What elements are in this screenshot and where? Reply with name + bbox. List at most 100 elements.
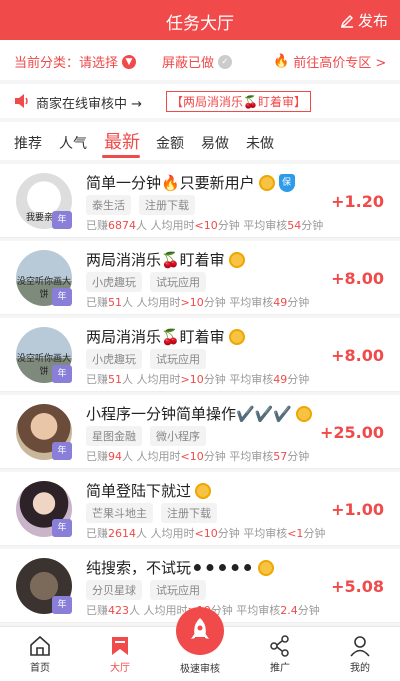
task-title: 简单登陆下就过 — [86, 480, 212, 501]
premium-link[interactable]: 🔥 前往高价专区 > — [273, 52, 386, 71]
nav-promote[interactable]: 推广 — [250, 633, 310, 674]
nav-promote-label: 推广 — [270, 663, 290, 674]
avg-time: <10 — [180, 450, 204, 463]
task-card[interactable]: 没空听你画大饼 年 两局消消乐🍒盯着审 小虎趣玩 试玩应用 已赚51人 人均用时… — [0, 318, 400, 392]
coin-icon — [228, 328, 245, 345]
tab-recommend[interactable]: 推荐 — [14, 133, 42, 153]
earned-count: 51 — [108, 373, 122, 386]
earned-prefix: 已赚 — [86, 527, 108, 540]
user-icon — [330, 633, 390, 659]
category-selector[interactable]: 当前分类：请选择 ▼ — [14, 52, 137, 71]
notice-tag: 【两局消消乐🍒盯着审】 — [166, 91, 311, 112]
nav-hall[interactable]: 大厅 — [90, 633, 150, 674]
category-label: 当前分类：请选择 — [14, 56, 119, 71]
task-title-text: 小程序一分钟简单操作✔️✔️✔️ — [86, 405, 293, 423]
task-reward: +1.20 — [331, 192, 384, 211]
avg-time-prefix: 人均用时 — [150, 527, 195, 540]
tag-chip: 注册下载 — [161, 503, 217, 523]
tag-chip: 芒果斗地主 — [86, 503, 153, 523]
tag-chip: 星图金融 — [86, 426, 142, 446]
speaker-icon — [14, 94, 30, 112]
tag-chip: 小虎趣玩 — [86, 349, 142, 369]
avg-review-prefix: 平均审核 — [243, 527, 288, 540]
avg-review-prefix: 平均审核 — [229, 296, 274, 309]
year-badge: 年 — [52, 442, 72, 460]
task-card[interactable]: 年 简单登陆下就过 芒果斗地主 注册下载 已赚2614人 人均用时<10分钟 平… — [0, 472, 400, 546]
task-list: 我要亲亲 年 简单一分钟🔥只要新用户 保 泰生活 注册下载 已赚6874人 人均… — [0, 164, 400, 626]
earned-prefix: 已赚 — [86, 219, 108, 232]
task-tags: 小虎趣玩 试玩应用 — [86, 349, 206, 369]
task-tags: 芒果斗地主 注册下载 — [86, 503, 217, 523]
task-title: 两局消消乐🍒盯着审 — [86, 326, 245, 347]
task-tags: 分贝星球 试玩应用 — [86, 580, 206, 600]
task-stats: 已赚6874人 人均用时<10分钟 平均审核54分钟 — [86, 217, 323, 233]
year-badge: 年 — [52, 365, 72, 383]
earned-count: 51 — [108, 296, 122, 309]
nav-mine-label: 我的 — [350, 663, 370, 674]
task-card[interactable]: 年 小程序一分钟简单操作✔️✔️✔️ 星图金融 微小程序 已赚94人 人均用时<… — [0, 395, 400, 469]
blocked-toggle[interactable]: 屏蔽已做 ✓ — [162, 52, 233, 71]
header-bar: 任务大厅 发布 — [0, 0, 400, 40]
tab-popular[interactable]: 人气 — [59, 133, 87, 153]
earned-suffix: 人 — [122, 373, 133, 386]
avg-time: <10 — [194, 527, 218, 540]
nav-mine[interactable]: 我的 — [330, 633, 390, 674]
tag-chip: 试玩应用 — [150, 349, 206, 369]
task-title-text: 纯搜索，不试玩⚫⚫⚫⚫⚫ — [86, 559, 254, 577]
tag-chip: 试玩应用 — [150, 580, 206, 600]
tag-chip: 微小程序 — [150, 426, 206, 446]
avg-time: >10 — [180, 373, 204, 386]
year-badge: 年 — [52, 519, 72, 537]
tab-undone[interactable]: 未做 — [246, 133, 274, 153]
earned-count: 6874 — [108, 219, 136, 232]
tab-amount[interactable]: 金额 — [156, 133, 184, 153]
avg-review-prefix: 平均审核 — [229, 373, 274, 386]
avg-review: 49 — [273, 296, 288, 309]
task-reward: +25.00 — [319, 423, 384, 442]
guarantee-icon: 保 — [278, 173, 295, 192]
avg-time-suffix: 分钟 — [217, 219, 240, 232]
check-icon: ✓ — [218, 54, 233, 69]
earned-prefix: 已赚 — [86, 296, 108, 309]
fire-icon: 🔥 — [273, 54, 290, 69]
active-tab-indicator — [102, 155, 140, 158]
tag-chip: 分贝星球 — [86, 580, 142, 600]
task-tags: 小虎趣玩 试玩应用 — [86, 272, 206, 292]
nav-home[interactable]: 首页 — [10, 633, 70, 674]
tag-chip: 泰生活 — [86, 195, 131, 215]
task-title-text: 简单登陆下就过 — [86, 482, 192, 500]
avg-review-suffix: 分钟 — [287, 450, 310, 463]
avg-time-suffix: 分钟 — [217, 527, 240, 540]
avg-time-suffix: 分钟 — [203, 296, 226, 309]
fast-review-button[interactable] — [176, 607, 224, 655]
task-reward: +8.00 — [331, 269, 384, 288]
earned-suffix: 人 — [122, 450, 133, 463]
avg-time-suffix: 分钟 — [203, 450, 226, 463]
avg-time-prefix: 人均用时 — [136, 450, 181, 463]
blocked-label: 屏蔽已做 — [162, 56, 215, 71]
avg-review: 49 — [273, 373, 288, 386]
earned-count: 2614 — [108, 527, 136, 540]
task-reward: +8.00 — [331, 346, 384, 365]
avg-review-suffix: 分钟 — [301, 219, 324, 232]
tab-easy[interactable]: 易做 — [201, 133, 229, 153]
share-icon — [250, 633, 310, 659]
task-tags: 星图金融 微小程序 — [86, 426, 206, 446]
fast-review-label: 极速审核 — [180, 664, 220, 675]
avg-review: 57 — [273, 450, 288, 463]
task-stats: 已赚51人 人均用时>10分钟 平均审核49分钟 — [86, 294, 309, 310]
earned-suffix: 人 — [136, 219, 147, 232]
avg-review: 2.4 — [280, 604, 298, 617]
coin-icon — [228, 251, 245, 268]
filter-bar: 当前分类：请选择 ▼ 屏蔽已做 ✓ 🔥 前往高价专区 > — [0, 40, 400, 80]
coin-icon — [296, 405, 313, 422]
notice-bar[interactable]: 商家在线审核中 → 【两局消消乐🍒盯着审】 — [0, 84, 400, 118]
task-card[interactable]: 我要亲亲 年 简单一分钟🔥只要新用户 保 泰生活 注册下载 已赚6874人 人均… — [0, 164, 400, 238]
avg-time-suffix: 分钟 — [203, 373, 226, 386]
coin-icon — [258, 174, 275, 191]
publish-button[interactable]: 发布 — [340, 10, 388, 31]
task-card[interactable]: 没空听你画大饼 年 两局消消乐🍒盯着审 小虎趣玩 试玩应用 已赚51人 人均用时… — [0, 241, 400, 315]
nav-hall-label: 大厅 — [110, 663, 130, 674]
task-stats: 已赚94人 人均用时<10分钟 平均审核57分钟 — [86, 448, 309, 464]
tab-latest[interactable]: 最新 — [104, 128, 140, 154]
